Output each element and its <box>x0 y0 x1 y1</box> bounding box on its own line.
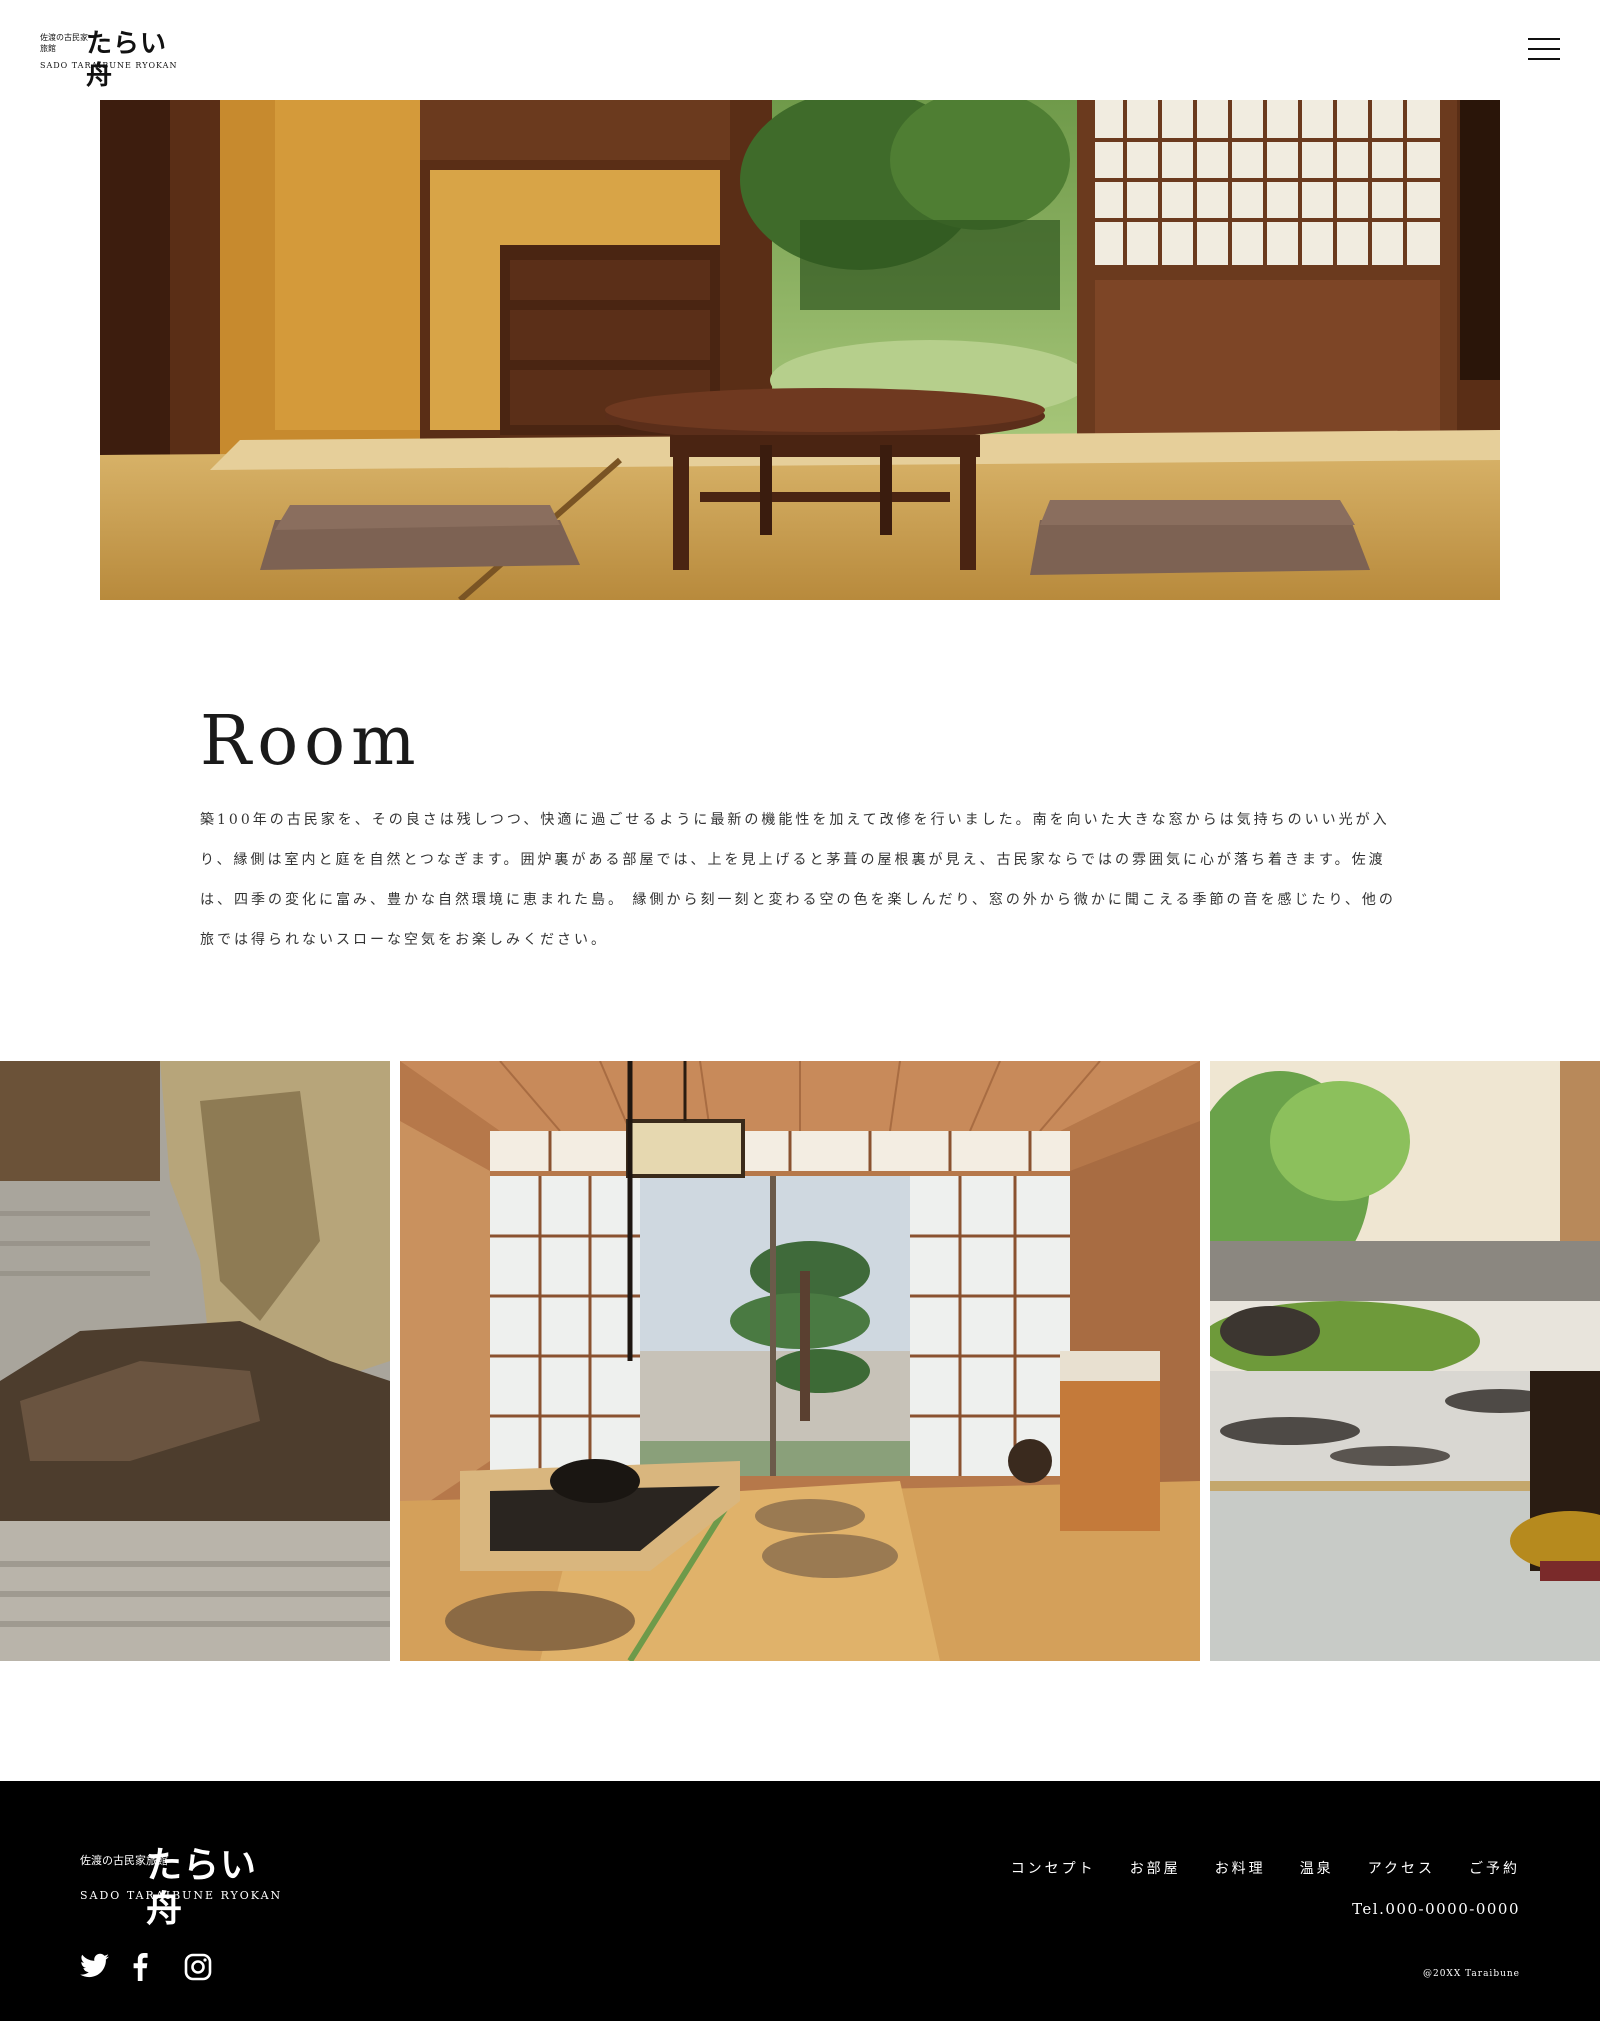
social-links <box>80 1953 212 1981</box>
site-logo[interactable]: 佐渡の古民家旅館 たらい舟 SADO TARAIBUNE RYOKAN <box>40 28 180 91</box>
nav-cuisine[interactable]: お料理 <box>1215 1858 1266 1878</box>
facebook-icon[interactable] <box>132 1953 160 1981</box>
hamburger-icon[interactable] <box>1528 36 1560 62</box>
nav-reservation[interactable]: ご予約 <box>1469 1858 1520 1878</box>
footer-logo-roman: SADO TARAIBUNE RYOKAN <box>80 1889 283 1902</box>
instagram-icon[interactable] <box>184 1953 212 1981</box>
site-footer: 佐渡の古民家旅館 たらい舟 SADO TARAIBUNE RYOKAN コンセプ… <box>0 1781 1600 2021</box>
room-description: 築100年の古民家を、その良さは残しつつ、快適に過ごせるように最新の機能性を加え… <box>200 812 1396 948</box>
logo-roman: SADO TARAIBUNE RYOKAN <box>40 61 178 70</box>
nav-rooms[interactable]: お部屋 <box>1130 1858 1181 1878</box>
twitter-icon[interactable] <box>80 1953 109 1981</box>
copyright: @20XX Taraibune <box>1422 1969 1520 1979</box>
footer-nav: コンセプト お部屋 お料理 温泉 アクセス ご予約 <box>1011 1858 1520 1878</box>
gallery-image-irori-room <box>400 1061 1200 1661</box>
logo-name: たらい舟 <box>86 29 168 91</box>
nav-access[interactable]: アクセス <box>1368 1858 1435 1878</box>
footer-logo-name: たらい舟 <box>146 1844 258 1930</box>
footer-logo[interactable]: 佐渡の古民家旅館 たらい舟 SADO TARAIBUNE RYOKAN <box>80 1843 290 1930</box>
room-gallery <box>0 1061 1600 1661</box>
logo-subtitle: 佐渡の古民家旅館 <box>40 33 88 53</box>
site-header: 佐渡の古民家旅館 たらい舟 SADO TARAIBUNE RYOKAN <box>0 0 1600 100</box>
hero-room-photo <box>100 100 1500 600</box>
nav-concept[interactable]: コンセプト <box>1011 1858 1096 1878</box>
gallery-image-rock-garden <box>0 1061 390 1661</box>
nav-onsen[interactable]: 温泉 <box>1300 1858 1334 1878</box>
footer-phone: Tel.000-0000-0000 <box>1352 1900 1520 1918</box>
room-title: Room <box>200 702 422 781</box>
gallery-image-garden-view <box>1210 1061 1600 1661</box>
